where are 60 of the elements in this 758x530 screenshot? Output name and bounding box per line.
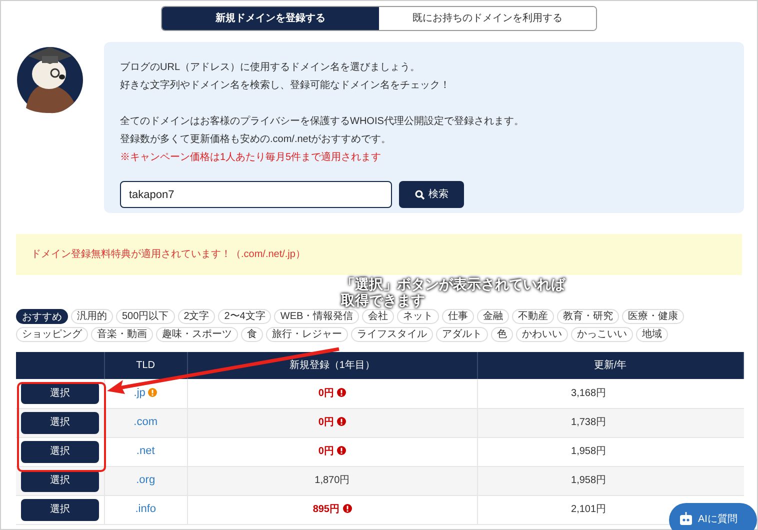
tag-chip[interactable]: 仕事 (442, 309, 474, 324)
tag-chip[interactable]: 趣味・スポーツ (156, 327, 238, 342)
tag-chip[interactable]: ライフスタイル (351, 327, 433, 342)
intro-text: ブログのURL（アドレス）に使用するドメイン名を選びましょう。 (120, 60, 422, 75)
tag-chip[interactable]: 色 (491, 327, 513, 342)
intro-text: 好きな文字列やドメイン名を検索し、登録可能なドメイン名をチェック！ (120, 78, 451, 93)
tld-link[interactable]: .net (136, 445, 155, 458)
price-text: 895円 (312, 504, 340, 515)
tag-chip[interactable]: 教育・研究 (557, 309, 620, 324)
price-text: 1,870円 (314, 475, 350, 486)
tag-chip[interactable]: 医療・健康 (622, 309, 684, 324)
tag-chip[interactable]: おすすめ (16, 309, 68, 324)
search-field[interactable]: takapon7 (120, 181, 392, 208)
tab[interactable]: 新規ドメインを登録する (162, 7, 379, 30)
tag-chip[interactable]: 会社 (362, 309, 394, 324)
tag-chip[interactable]: かわいい (516, 327, 568, 342)
tag-chip[interactable]: WEB・情報発信 (274, 309, 360, 324)
tag-chip[interactable]: 旅行・レジャー (266, 327, 348, 342)
price-text: 0円 (318, 446, 334, 457)
tag-chip[interactable]: 金融 (477, 309, 510, 324)
tag-chip[interactable]: 2文字 (178, 309, 216, 324)
tag-chip[interactable]: アダルト (436, 327, 488, 342)
search-icon (414, 190, 424, 200)
tld-link[interactable]: .info (135, 503, 156, 516)
warning-text: ※キャンペーン価格は1人あたり毎月5件まで適用されます (120, 150, 382, 165)
tag-chip[interactable]: 地域 (636, 327, 668, 342)
alert-icon (336, 388, 346, 397)
renewal-price: 2,101円 (571, 504, 606, 515)
tag-chip[interactable]: ショッピング (16, 327, 88, 342)
tld-link[interactable]: .org (136, 474, 156, 486)
renewal-price: 1,958円 (571, 446, 606, 457)
tag-chip[interactable]: 500円以下 (116, 309, 175, 324)
tag-chip[interactable]: ネット (397, 309, 440, 324)
alert-icon (336, 417, 346, 426)
tld-link[interactable]: .com (134, 416, 158, 428)
select-button[interactable]: 選択 (20, 412, 99, 434)
alert-icon (342, 504, 352, 513)
notice-banner: ドメイン登録無料特典が適用されています！（.com/.net/.jp） (16, 234, 742, 275)
chat-button[interactable]: AIに質問 (669, 503, 757, 530)
select-button[interactable]: 選択 (20, 498, 99, 520)
note-text: 登録数が多くて更新価格も安めの.com/.netがおすすめです。 (120, 132, 392, 147)
robot-icon (679, 512, 693, 525)
tag-chip[interactable]: 食 (241, 327, 263, 342)
tag-chip[interactable]: 汎用的 (71, 309, 113, 324)
tag-chip[interactable]: 音楽・動画 (91, 327, 153, 342)
tag-chip[interactable]: かっこいい (571, 327, 633, 342)
select-button[interactable]: 選択 (20, 470, 99, 492)
renewal-price: 1,958円 (571, 475, 606, 486)
tag-chip[interactable]: 不動産 (512, 309, 554, 324)
tag-chip[interactable]: 2〜4文字 (218, 309, 272, 324)
search-button[interactable]: 検索 (399, 181, 464, 208)
renewal-price: 1,738円 (571, 417, 606, 428)
note-text: 全てのドメインはお客様のプライバシーを保護するWHOIS代理公開設定で登録されます。 (120, 114, 525, 129)
select-button[interactable]: 選択 (20, 382, 99, 404)
alert-icon (336, 446, 346, 455)
price-text: 0円 (318, 388, 334, 399)
price-text: 0円 (318, 417, 334, 428)
tld-link[interactable]: .jp (134, 387, 146, 399)
select-button[interactable]: 選択 (20, 440, 99, 462)
renewal-price: 3,168円 (571, 388, 606, 399)
